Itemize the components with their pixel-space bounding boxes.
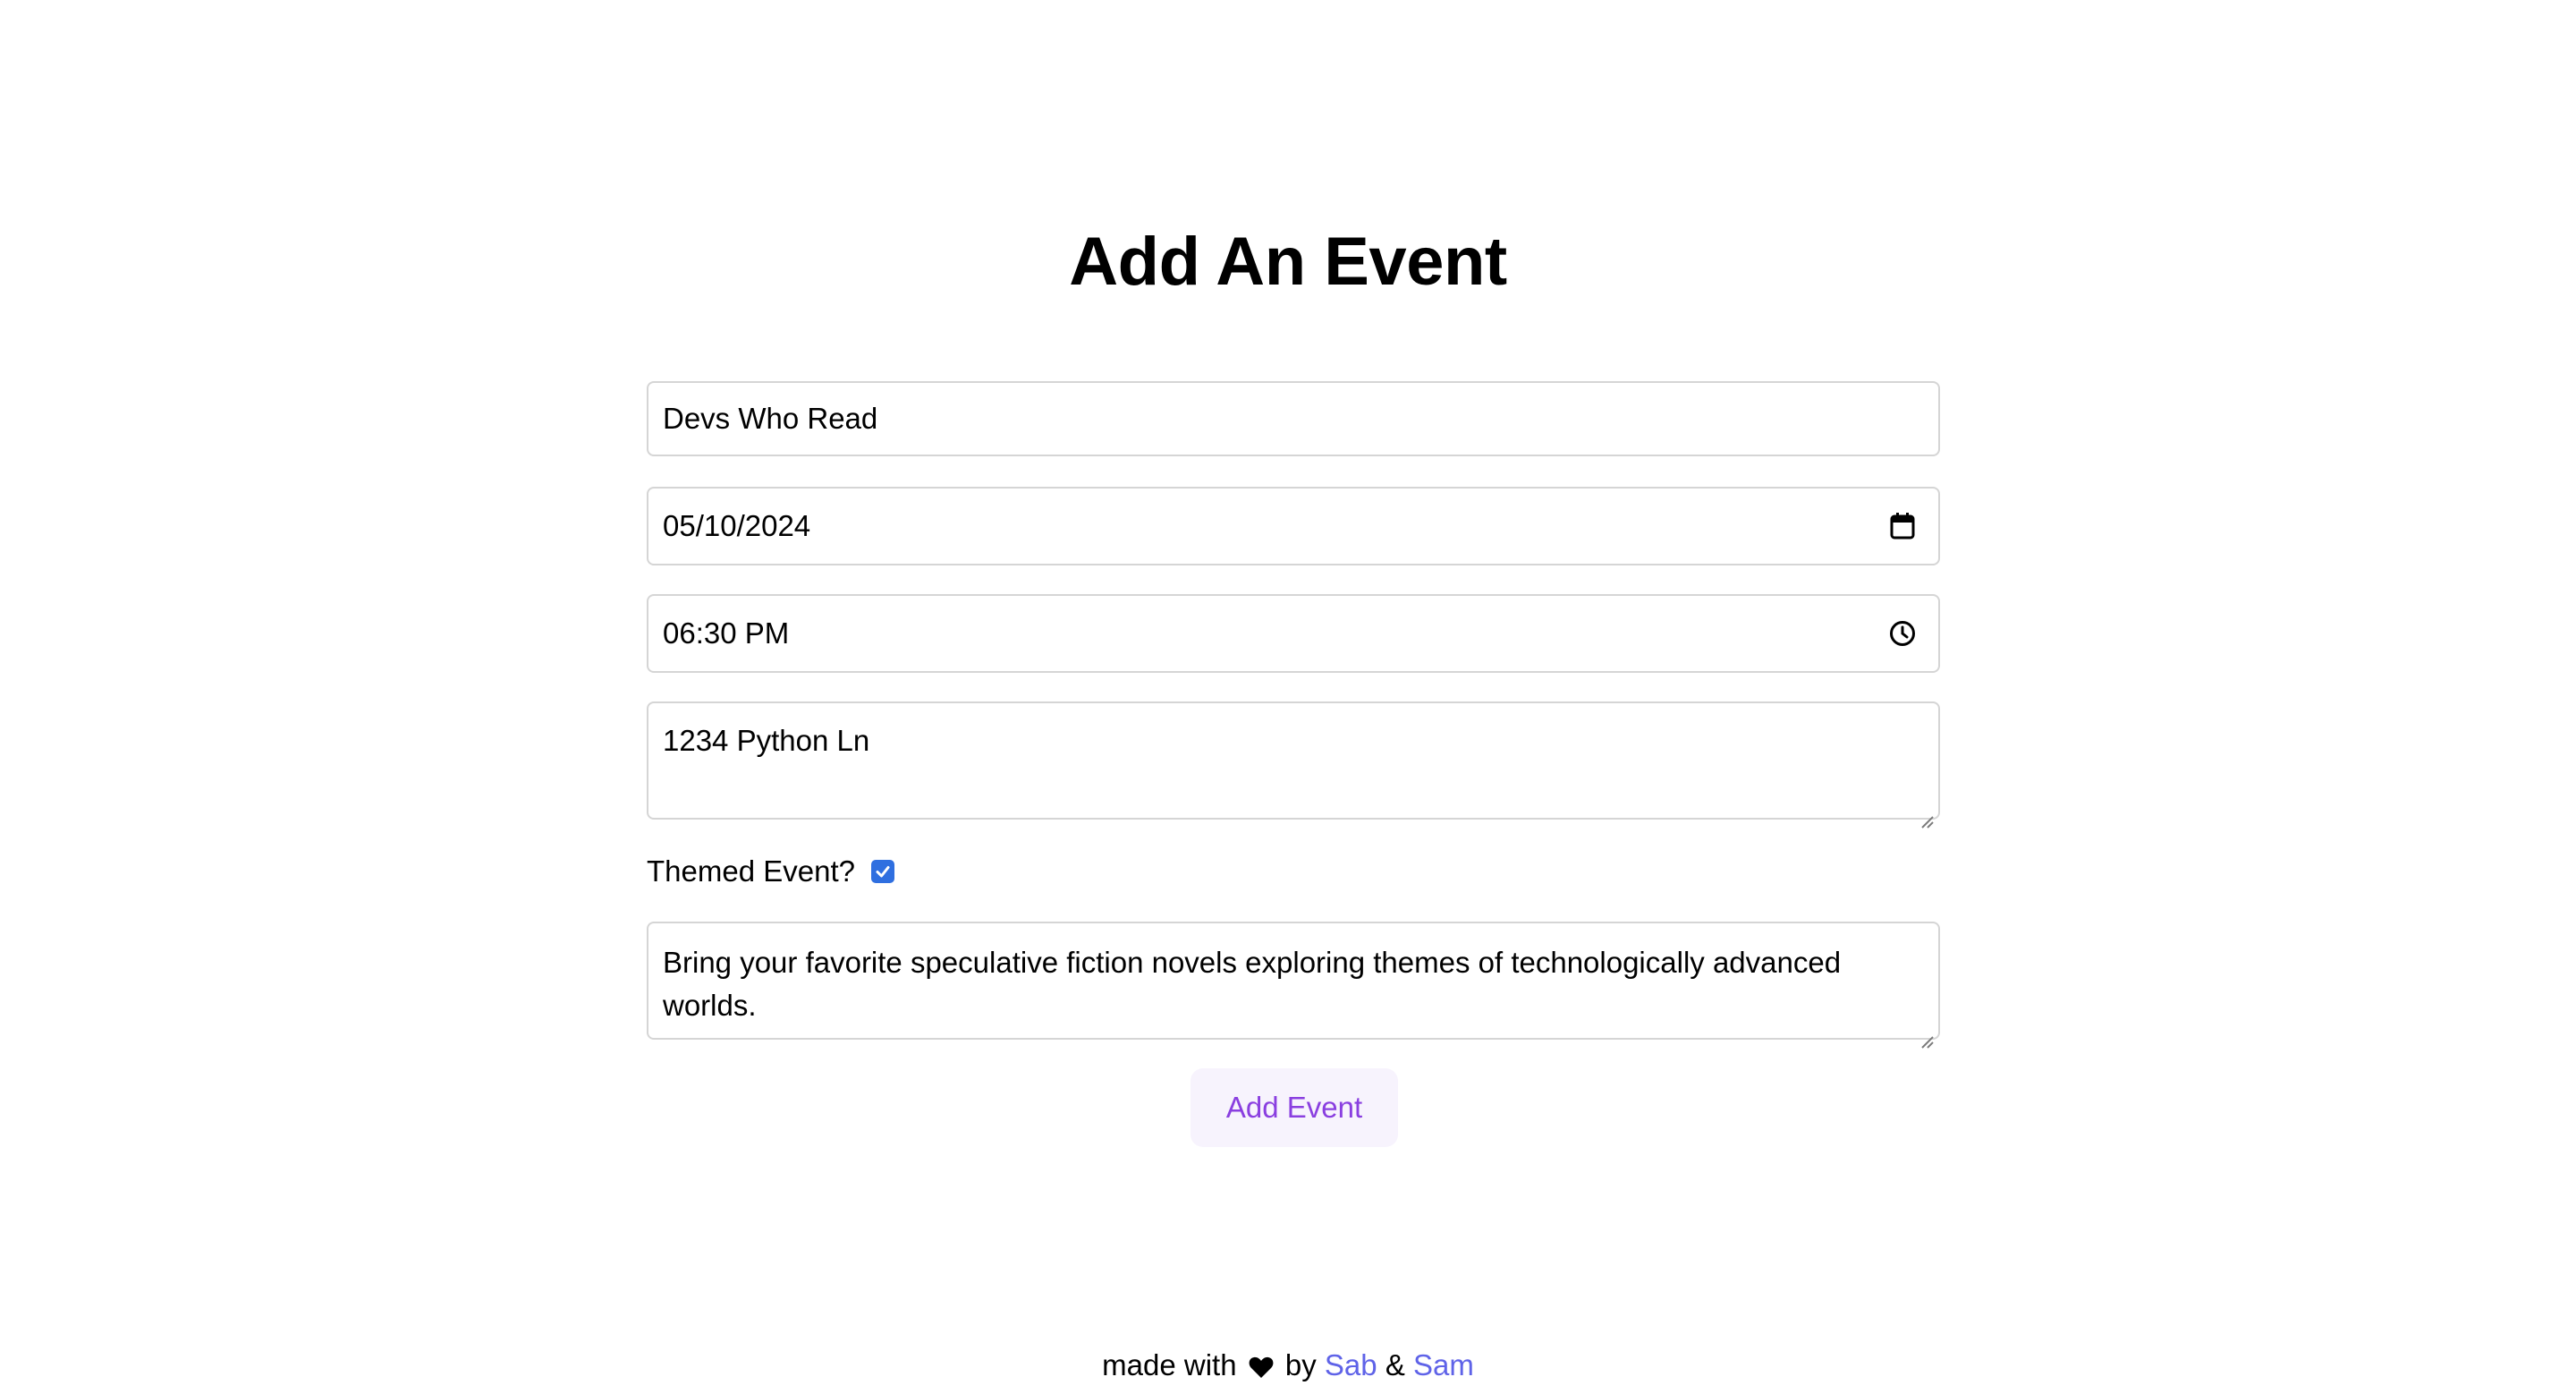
event-address-textarea[interactable]: 1234 Python Ln [647, 701, 1940, 829]
event-description-textarea[interactable]: Bring your favorite speculative fiction … [647, 922, 1940, 1049]
page: Add An Event Devs Who Read 05/10/2024 06… [0, 0, 2576, 1394]
checkmark-icon [876, 866, 890, 878]
footer-made-with: made with [1102, 1348, 1237, 1381]
author-link-sab[interactable]: Sab [1325, 1348, 1377, 1381]
event-name-input[interactable]: Devs Who Read [647, 381, 1940, 456]
footer-by: by [1284, 1348, 1317, 1381]
event-date-input[interactable]: 05/10/2024 [647, 487, 1940, 565]
event-description-value: Bring your favorite speculative fiction … [663, 946, 1842, 1022]
footer-ampersand: & [1385, 1348, 1405, 1381]
clock-icon[interactable] [1888, 619, 1917, 648]
event-address-value: 1234 Python Ln [663, 724, 870, 757]
event-time-input[interactable]: 06:30 PM [647, 594, 1940, 673]
event-name-value: Devs Who Read [663, 402, 878, 435]
heart-icon [1249, 1347, 1274, 1390]
resize-grip-icon[interactable] [1919, 798, 1935, 829]
themed-event-row: Themed Event? [647, 850, 894, 893]
resize-grip-icon[interactable] [1919, 1018, 1935, 1049]
calendar-icon[interactable] [1888, 512, 1917, 540]
themed-event-label: Themed Event? [647, 854, 855, 888]
themed-event-checkbox[interactable] [870, 860, 894, 883]
event-date-value: 05/10/2024 [663, 509, 811, 542]
footer: made with by Sab & Sam [0, 1344, 2576, 1390]
event-time-value: 06:30 PM [663, 616, 790, 650]
page-title: Add An Event [1069, 224, 1507, 300]
add-event-button[interactable]: Add Event [1191, 1068, 1398, 1147]
author-link-sam[interactable]: Sam [1413, 1348, 1474, 1381]
